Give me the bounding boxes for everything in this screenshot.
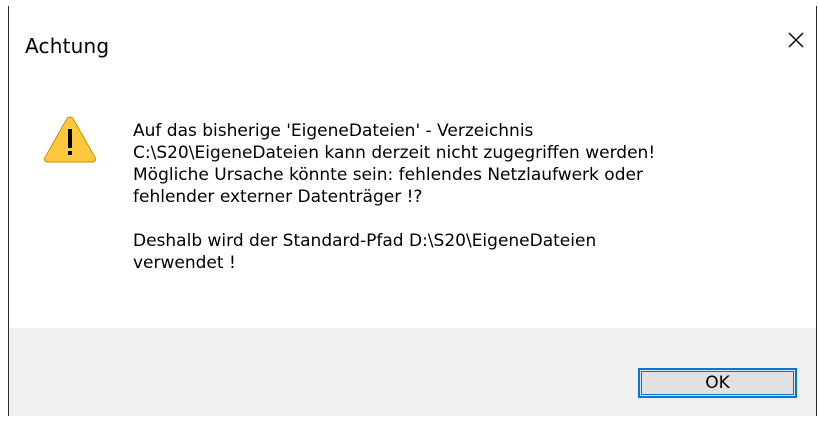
message-dialog: Achtung Auf das bisherige 'EigeneDateien… — [8, 6, 817, 416]
dialog-title: Achtung — [25, 34, 110, 58]
message-paragraph-2: Deshalb wird der Standard-Pfad D:\S20\Ei… — [133, 231, 597, 273]
ok-button[interactable]: OK — [638, 368, 797, 398]
message-text: Auf das bisherige 'EigeneDateien' - Verz… — [133, 120, 793, 274]
dialog-body: Auf das bisherige 'EigeneDateien' - Verz… — [9, 82, 816, 328]
close-icon[interactable] — [782, 26, 810, 54]
title-bar: Achtung — [9, 6, 816, 82]
message-paragraph-1: Auf das bisherige 'EigeneDateien' - Verz… — [133, 121, 656, 207]
warning-icon — [43, 115, 97, 163]
button-bar: OK — [9, 328, 816, 416]
